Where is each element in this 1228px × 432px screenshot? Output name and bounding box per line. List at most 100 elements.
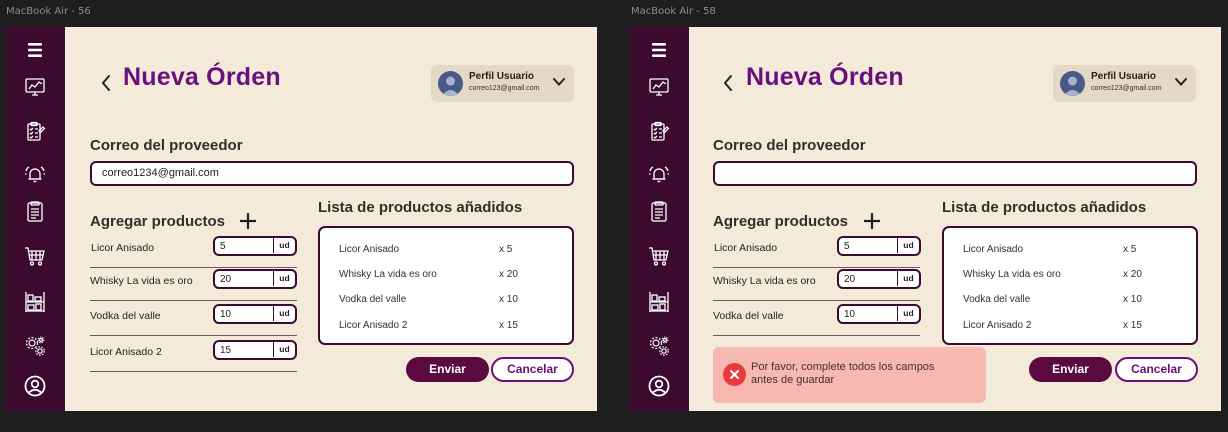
send-button[interactable]: Enviar — [1029, 357, 1112, 382]
menu-icon[interactable] — [20, 35, 50, 65]
plus-icon[interactable] — [239, 212, 257, 230]
profile-menu[interactable]: Perfil Usuario correo123@gmail.com — [431, 65, 574, 102]
cancel-button[interactable]: Cancelar — [1115, 357, 1198, 382]
chevron-down-icon[interactable] — [552, 77, 566, 87]
error-toast: Por favor, complete todos los campos ant… — [713, 347, 986, 403]
product-row: Licor Anisado 5 ud — [713, 233, 921, 268]
list-item: Vodka del valle x 10 — [339, 294, 518, 308]
list-item-qty: x 20 — [499, 269, 518, 280]
list-item-name: Whisky La vida es oro — [963, 269, 1061, 280]
gears-settings-icon[interactable] — [644, 331, 674, 361]
product-row: Licor Anisado 5 ud — [90, 233, 297, 268]
list-item-name: Whisky La vida es oro — [339, 269, 437, 280]
product-row: Vodka del valle 10 ud — [90, 301, 297, 336]
profile-email: correo123@gmail.com — [469, 85, 540, 92]
list-item-qty: x 5 — [1123, 244, 1137, 255]
list-item-name: Licor Anisado 2 — [339, 320, 408, 331]
quantity-value: 20 — [220, 274, 232, 285]
dashboard-monitor-icon[interactable] — [644, 72, 674, 102]
quantity-value: 5 — [220, 241, 226, 252]
unit-label: ud — [897, 306, 919, 321]
clipboard-checklist-icon[interactable] — [20, 117, 50, 147]
sidebar — [6, 27, 65, 411]
quantity-input[interactable]: 5 ud — [213, 236, 297, 256]
added-products-list: Licor Anisado x 5 Whisky La vida es oro x … — [318, 226, 574, 345]
product-name: Vodka del valle — [713, 310, 784, 322]
back-chevron-icon[interactable] — [98, 73, 114, 93]
list-item-qty: x 15 — [1123, 320, 1142, 331]
avatar — [438, 71, 463, 96]
document-list-icon[interactable] — [20, 197, 50, 227]
quantity-value: 10 — [220, 309, 232, 320]
warehouse-shelf-icon[interactable] — [20, 287, 50, 317]
gears-settings-icon[interactable] — [20, 331, 50, 361]
quantity-input[interactable]: 5 ud — [837, 236, 921, 256]
supplier-email-input[interactable] — [713, 161, 1197, 186]
shopping-cart-icon[interactable] — [20, 241, 50, 271]
clipboard-checklist-icon[interactable] — [644, 117, 674, 147]
quantity-value: 15 — [220, 345, 232, 356]
profile-menu[interactable]: Perfil Usuario correo123@gmail.com — [1053, 65, 1196, 102]
quantity-input[interactable]: 15 ud — [213, 340, 297, 360]
quantity-input[interactable]: 20 ud — [837, 269, 921, 289]
avatar — [1060, 71, 1085, 96]
page-title: Nueva Órden — [123, 63, 281, 91]
sidebar — [630, 27, 689, 411]
unit-label: ud — [273, 342, 295, 357]
quantity-input[interactable]: 10 ud — [837, 304, 921, 324]
warehouse-shelf-icon[interactable] — [644, 287, 674, 317]
chevron-down-icon[interactable] — [1174, 77, 1188, 87]
quantity-input[interactable]: 10 ud — [213, 304, 297, 324]
product-name: Licor Anisado — [91, 242, 155, 254]
dashboard-monitor-icon[interactable] — [20, 72, 50, 102]
plus-icon[interactable] — [863, 212, 881, 230]
supplier-email-label: Correo del proveedor — [90, 137, 243, 154]
unit-label: ud — [273, 238, 295, 253]
quantity-value: 5 — [844, 241, 850, 252]
alarm-bell-icon[interactable] — [644, 159, 674, 189]
list-item-qty: x 15 — [499, 320, 518, 331]
add-products-label: Agregar productos — [90, 213, 226, 230]
unit-label: ud — [897, 238, 919, 253]
list-item-qty: x 5 — [499, 244, 513, 255]
page-title: Nueva Órden — [746, 63, 904, 91]
send-button[interactable]: Enviar — [406, 357, 489, 382]
user-account-icon[interactable] — [644, 371, 674, 401]
list-item: Licor Anisado 2 x 15 — [339, 320, 518, 334]
alarm-bell-icon[interactable] — [20, 159, 50, 189]
product-row: Whisky La vida es oro 20 ud — [90, 266, 297, 301]
order-screen: Nueva Órden Perfil Usuario correo123@gma… — [6, 27, 597, 411]
list-item-name: Licor Anisado 2 — [963, 320, 1032, 331]
add-products-label: Agregar productos — [713, 213, 849, 230]
product-name: Whisky La vida es oro — [713, 275, 816, 287]
cancel-button[interactable]: Cancelar — [491, 357, 574, 382]
added-products-list: Licor Anisado x 5 Whisky La vida es oro x … — [942, 226, 1198, 345]
frame-label: MacBook Air - 58 — [631, 6, 716, 17]
unit-label: ud — [273, 306, 295, 321]
menu-icon[interactable] — [644, 35, 674, 65]
product-row: Vodka del valle 10 ud — [713, 301, 921, 336]
list-item-name: Vodka del valle — [963, 294, 1031, 305]
list-item-qty: x 20 — [1123, 269, 1142, 280]
order-screen-error: Nueva Órden Perfil Usuario correo123@gma… — [630, 27, 1221, 411]
product-row: Licor Anisado 2 15 ud — [90, 337, 297, 372]
list-item-name: Licor Anisado — [963, 244, 1024, 255]
product-row: Whisky La vida es oro 20 ud — [713, 266, 921, 301]
quantity-input[interactable]: 20 ud — [213, 269, 297, 289]
supplier-email-input[interactable]: correo1234@gmail.com — [90, 161, 574, 186]
product-name: Whisky La vida es oro — [90, 275, 193, 287]
shopping-cart-icon[interactable] — [644, 241, 674, 271]
user-account-icon[interactable] — [20, 371, 50, 401]
profile-email: correo123@gmail.com — [1091, 85, 1162, 92]
list-item-name: Vodka del valle — [339, 294, 407, 305]
error-message: Por favor, complete todos los campos ant… — [751, 361, 935, 386]
product-name: Licor Anisado 2 — [90, 346, 162, 358]
profile-name: Perfil Usuario — [1091, 71, 1157, 82]
error-close-icon[interactable] — [723, 363, 746, 386]
document-list-icon[interactable] — [644, 197, 674, 227]
unit-label: ud — [897, 271, 919, 286]
back-chevron-icon[interactable] — [720, 73, 736, 93]
list-item: Whisky La vida es oro x 20 — [963, 269, 1142, 283]
quantity-value: 20 — [844, 274, 856, 285]
quantity-value: 10 — [844, 309, 856, 320]
